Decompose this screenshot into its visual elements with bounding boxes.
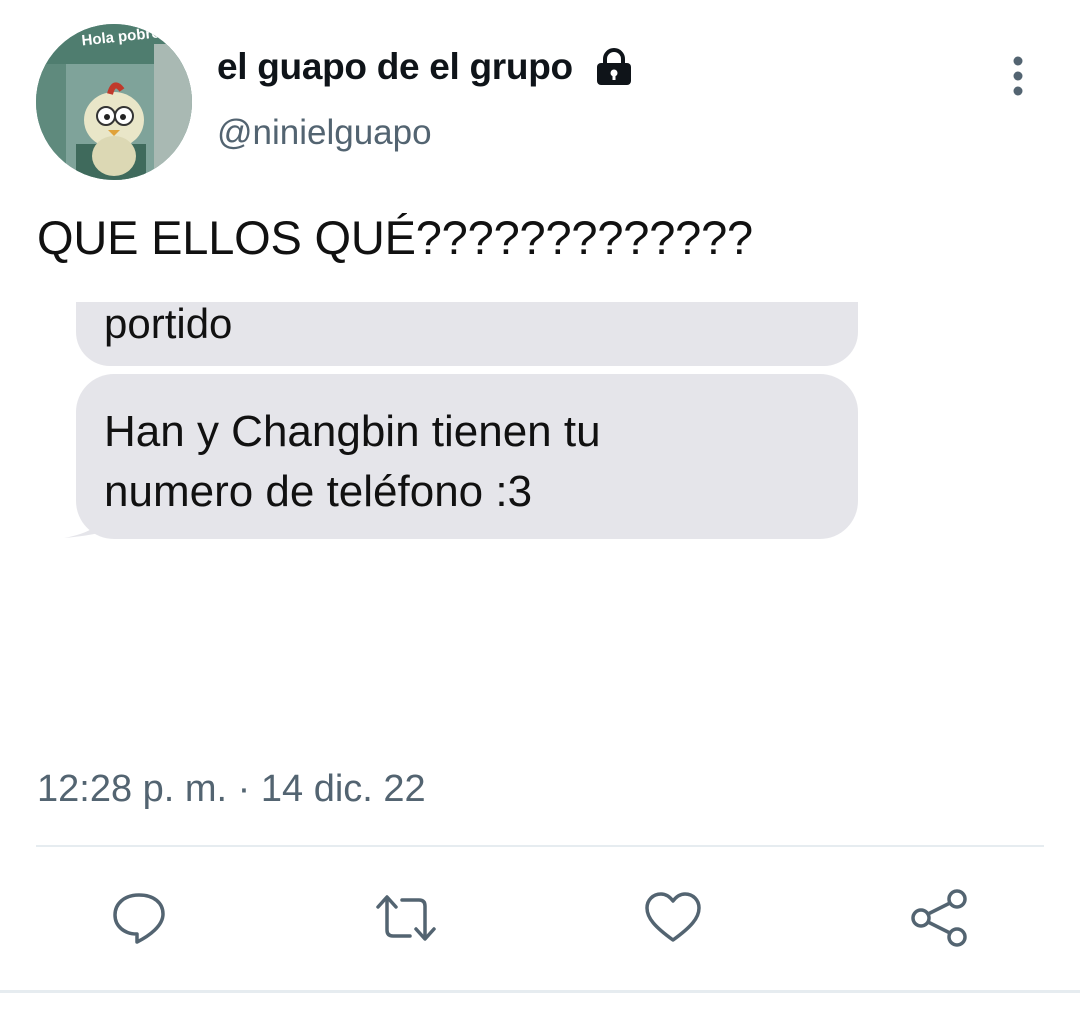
share-icon (911, 889, 967, 947)
retweet-icon (376, 895, 436, 941)
more-options-icon[interactable] (1000, 54, 1036, 98)
like-button[interactable] (641, 888, 705, 948)
chat-bubble-message: Han y Changbin tienen tu numero de teléf… (76, 374, 858, 539)
author-display-name[interactable]: el guapo de el grupo (217, 46, 635, 88)
retweet-button[interactable] (374, 888, 438, 948)
chat-bubble-partial-text: portido (104, 302, 233, 347)
author-handle[interactable]: @ninielguapo (217, 113, 432, 153)
reply-button[interactable] (107, 888, 171, 948)
heart-icon (645, 892, 701, 942)
chat-bubble-partial: portido (76, 302, 858, 366)
lock-icon (593, 47, 635, 87)
tweet-media-image[interactable]: portido Han y Changbin tienen tu numero … (36, 302, 1044, 732)
comment-icon (113, 893, 165, 944)
bottom-divider (0, 990, 1080, 993)
tweet-text: QUE ELLOS QUÉ????????????? (37, 211, 753, 264)
chat-bubble-message-text: Han y Changbin tienen tu numero de teléf… (104, 407, 601, 516)
divider (36, 845, 1044, 847)
share-button[interactable] (908, 888, 972, 948)
tweet-timestamp[interactable]: 12:28 p. m. · 14 dic. 22 (37, 768, 426, 811)
avatar[interactable]: Hola pobres (36, 24, 192, 180)
avatar-image: Hola pobres (36, 24, 192, 180)
display-name-text: el guapo de el grupo (217, 46, 573, 87)
